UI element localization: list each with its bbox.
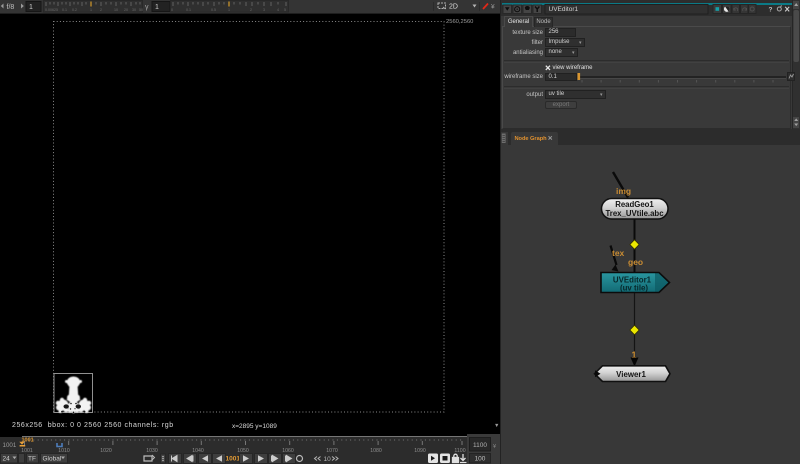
svg-text:0.00625: 0.00625 — [45, 8, 58, 12]
svg-text:0: 0 — [171, 8, 173, 12]
svg-text:1020: 1020 — [100, 448, 112, 454]
svg-text:1070: 1070 — [326, 448, 338, 454]
svg-text:1: 1 — [155, 4, 159, 11]
svg-text:¥: ¥ — [493, 444, 497, 450]
svg-text:0.2: 0.2 — [72, 8, 77, 12]
svg-text:0.1: 0.1 — [186, 8, 191, 12]
svg-text:2: 2 — [100, 8, 102, 12]
svg-text:50: 50 — [139, 8, 143, 12]
svg-text:10: 10 — [324, 456, 332, 463]
svg-text:10: 10 — [114, 8, 118, 12]
svg-text:100: 100 — [475, 456, 486, 463]
svg-text:30: 30 — [132, 8, 136, 12]
svg-text:tex: tex — [612, 248, 625, 258]
svg-text:?: ? — [769, 6, 773, 13]
svg-text:f/8: f/8 — [7, 4, 15, 11]
svg-text:0.5: 0.5 — [211, 8, 216, 12]
svg-text:1030: 1030 — [146, 448, 158, 454]
svg-text:Viewer1: Viewer1 — [616, 370, 646, 379]
svg-text:TF: TF — [28, 456, 36, 463]
svg-text:2D: 2D — [449, 4, 458, 11]
svg-text:1100: 1100 — [454, 448, 465, 454]
svg-text:ReadGeo1: ReadGeo1 — [615, 200, 654, 209]
svg-text:img: img — [616, 186, 631, 196]
svg-text:¥: ¥ — [491, 4, 495, 11]
svg-text:1: 1 — [29, 4, 33, 11]
svg-text:γ: γ — [145, 4, 149, 11]
svg-text:1: 1 — [228, 8, 230, 12]
svg-text:1080: 1080 — [370, 448, 382, 454]
svg-text:2560,2560: 2560,2560 — [446, 19, 473, 25]
svg-text:2: 2 — [250, 8, 252, 12]
svg-text:(uv tile): (uv tile) — [620, 283, 648, 292]
svg-text:1001: 1001 — [3, 442, 17, 449]
svg-text:1100: 1100 — [473, 442, 487, 449]
svg-text:3: 3 — [263, 8, 265, 12]
svg-text:1001: 1001 — [226, 456, 241, 463]
svg-text:Trex_UVtile.abc: Trex_UVtile.abc — [605, 209, 664, 218]
svg-text:24: 24 — [3, 456, 11, 463]
svg-text:20: 20 — [124, 8, 128, 12]
svg-text:1: 1 — [90, 8, 92, 12]
svg-text:UVEditor1: UVEditor1 — [549, 6, 579, 13]
svg-text:1090: 1090 — [414, 448, 426, 454]
svg-text:4: 4 — [277, 8, 279, 12]
svg-text:Global: Global — [43, 456, 62, 463]
svg-text:Node Graph: Node Graph — [515, 136, 548, 142]
svg-text:5: 5 — [284, 8, 286, 12]
svg-text:geo: geo — [628, 257, 643, 267]
svg-text:0.1: 0.1 — [62, 8, 67, 12]
